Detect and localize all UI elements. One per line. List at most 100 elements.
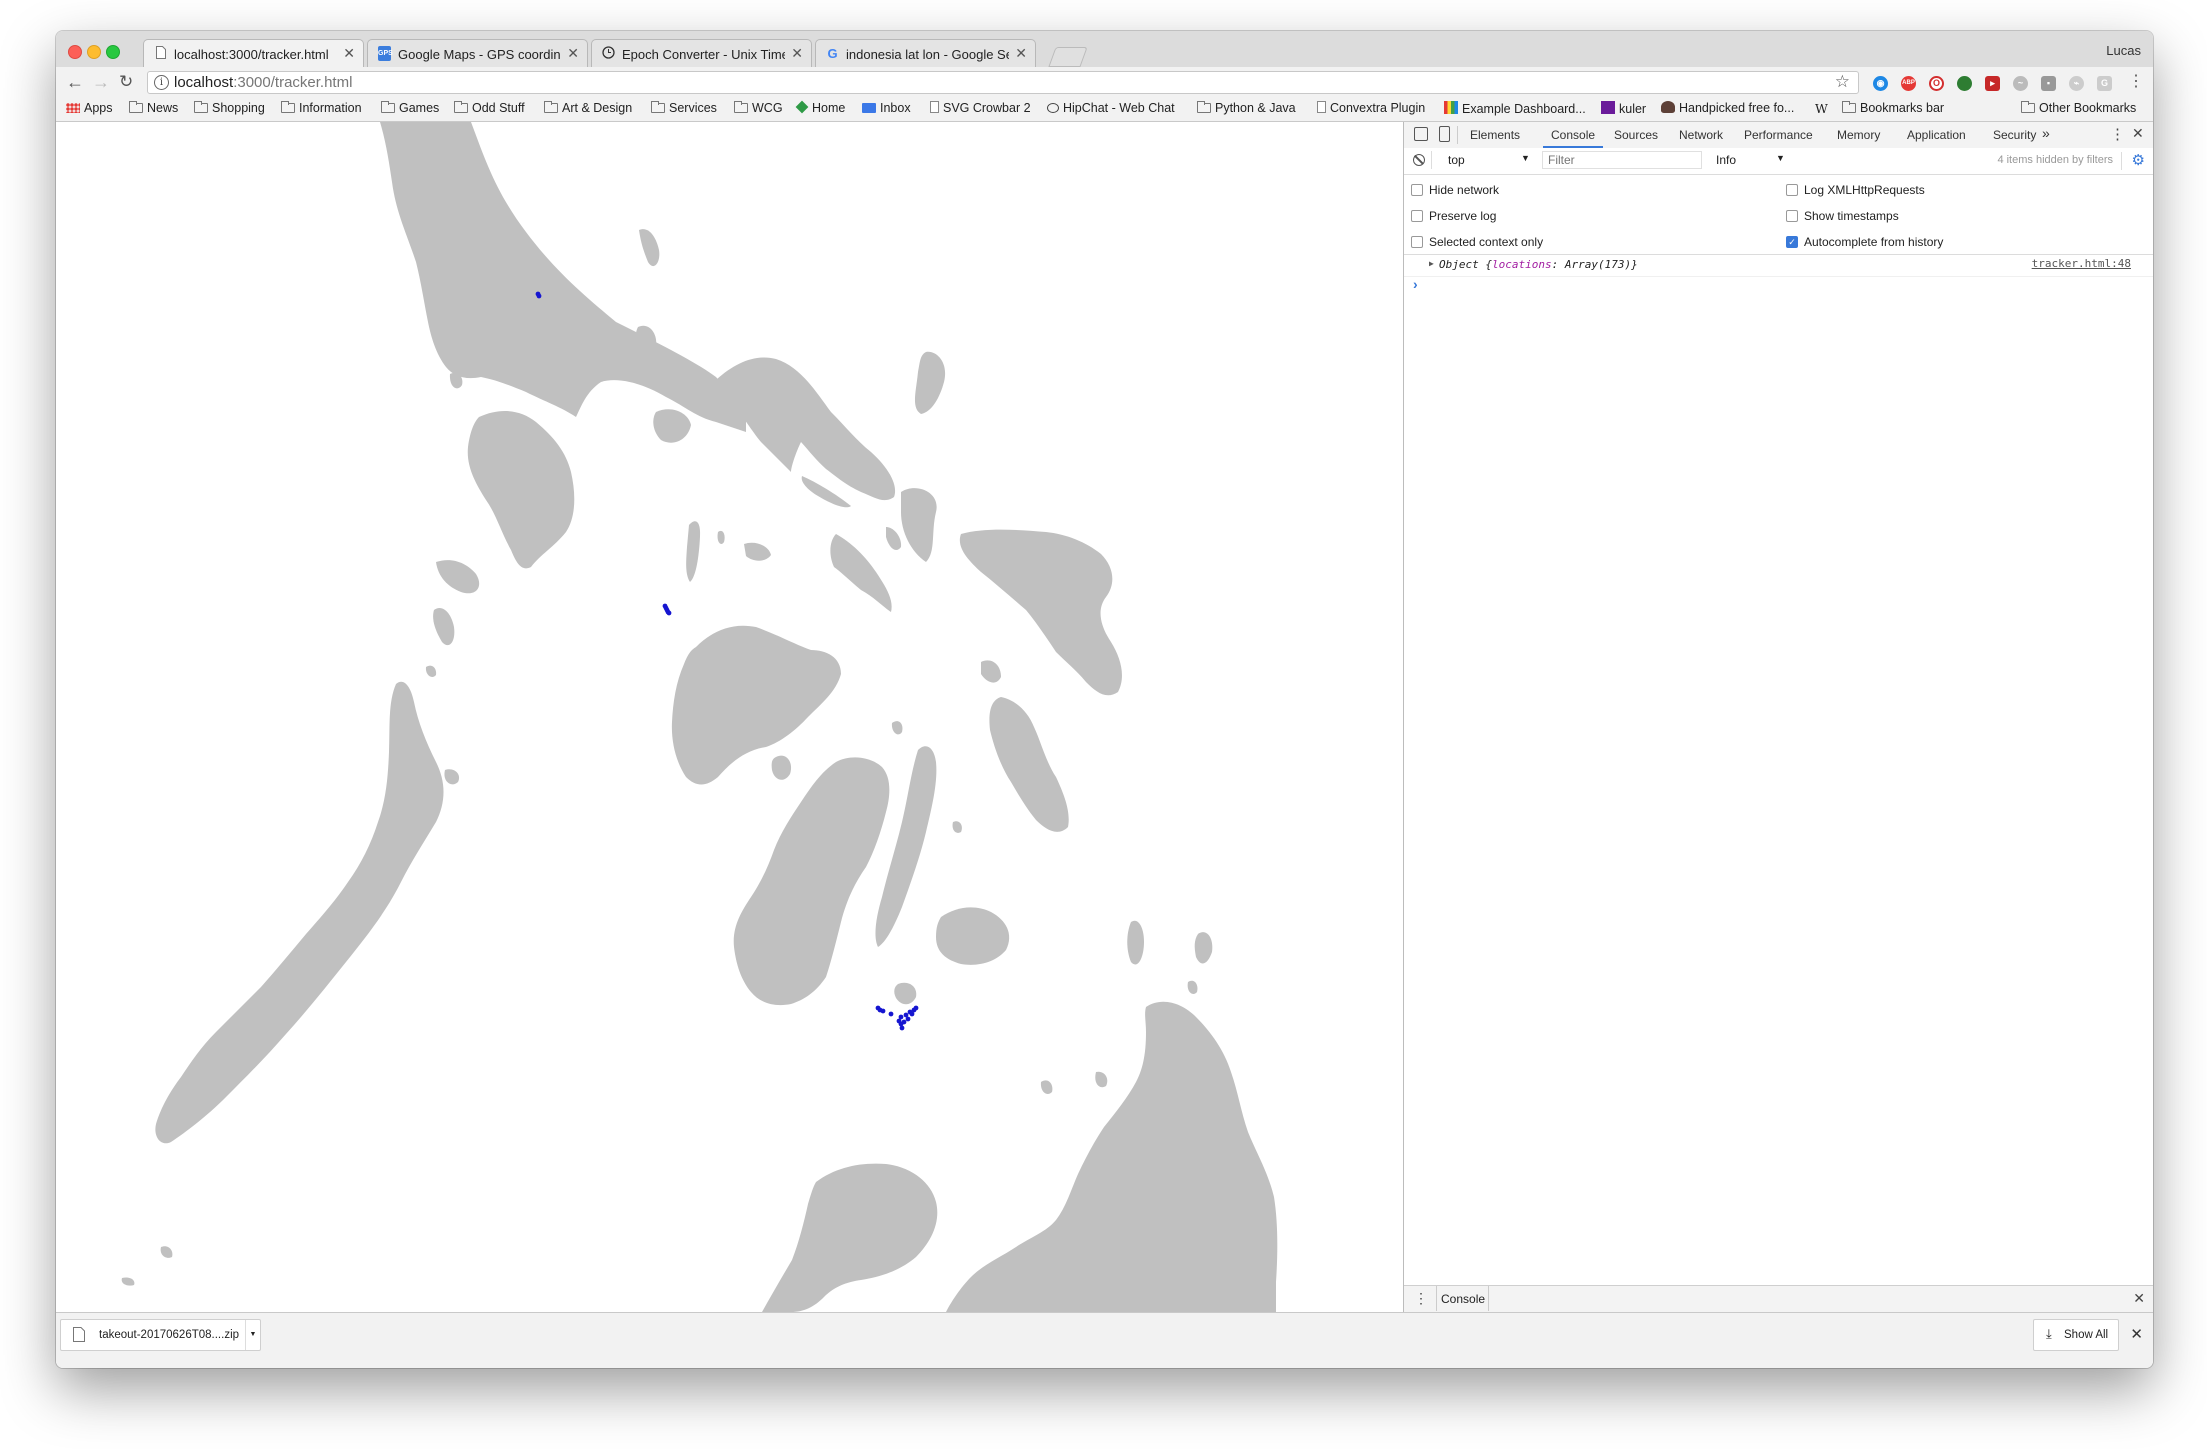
tab-google-search[interactable]: G indonesia lat lon - Google Search ✕ [815,39,1036,67]
bookmark-kuler[interactable]: kuler [1601,101,1646,116]
log-level-select[interactable]: Info ▼ [1711,151,1791,169]
bookmark-example-dashboard[interactable]: Example Dashboard... [1444,101,1586,116]
close-drawer-icon[interactable]: ✕ [2133,1290,2145,1307]
tab-console[interactable]: Console [1551,128,1595,142]
island-negros [733,757,890,1006]
more-tabs-icon[interactable]: » [2042,125,2050,141]
track-point [899,1025,905,1031]
record-icon[interactable]: ▸ [1985,76,2000,91]
checkbox-label: Log XMLHttpRequests [1804,183,1925,197]
island-panay [671,625,841,785]
g-extension-icon[interactable]: G [2097,76,2112,91]
menu-kebab-icon[interactable]: ⋮ [2128,72,2144,92]
checkbox[interactable] [1786,210,1798,222]
tab-security[interactable]: Security [1993,128,2036,142]
expand-triangle-icon[interactable]: ▶ [1429,259,1434,268]
bookmark-shopping[interactable]: Shopping [194,101,265,115]
download-item[interactable]: takeout-20170626T08....zip ▼ [60,1319,261,1351]
tab-google-maps[interactable]: GPS Google Maps - GPS coordinates ✕ [367,39,588,67]
adblock-icon[interactable]: ABP [1901,76,1916,91]
page-icon [1317,101,1326,113]
bookmark-other[interactable]: Other Bookmarks [2021,101,2136,115]
bookmark-inbox[interactable]: Inbox [862,101,911,115]
console-settings: Hide network Preserve log Selected conte… [1404,174,2153,255]
bookmark-apps[interactable]: Apps [66,101,113,115]
close-window-button[interactable] [68,45,82,59]
close-download-shelf-icon[interactable]: ✕ [2130,1325,2143,1343]
bookmark-information[interactable]: Information [281,101,362,115]
show-all-downloads-button[interactable]: ⤓ Show All [2033,1319,2119,1351]
bookmark-hipchat[interactable]: HipChat - Web Chat [1047,101,1175,115]
context-selector[interactable]: top ▼ [1436,151,1536,169]
tab-sources[interactable]: Sources [1614,128,1658,142]
drawer-menu-icon[interactable]: ⋮ [1414,1290,1428,1307]
bookmark-svg-crowbar[interactable]: SVG Crowbar 2 [930,101,1031,115]
tab-epoch-converter[interactable]: Epoch Converter - Unix Timestamp ✕ [591,39,812,67]
tab-application[interactable]: Application [1907,128,1966,142]
apps-grid-icon [66,103,80,113]
device-toolbar-icon[interactable] [1439,126,1450,142]
tab-elements[interactable]: Elements [1470,128,1520,142]
opera-icon[interactable]: O [1929,76,1944,91]
bookmark-label: SVG Crowbar 2 [943,101,1031,115]
bookmark-bookmarks-bar[interactable]: Bookmarks bar [1842,101,1944,115]
bookmark-star-icon[interactable]: ☆ [1835,72,1850,92]
log-source-link[interactable]: tracker.html:48 [2032,257,2131,270]
forward-icon[interactable]: → [92,72,110,92]
island-cuyo [425,665,437,678]
bookmark-wcg[interactable]: WCG [734,101,783,115]
console-prompt-icon[interactable]: › [1413,276,1418,292]
close-devtools-icon[interactable]: ✕ [2132,125,2144,142]
bookmark-services[interactable]: Services [651,101,717,115]
reload-icon[interactable]: ↻ [119,72,133,92]
bookmark-convextra[interactable]: Convextra Plugin [1317,101,1425,115]
close-tab-icon[interactable]: ✕ [343,45,355,62]
checkbox[interactable] [1786,184,1798,196]
close-tab-icon[interactable]: ✕ [1015,45,1027,62]
bookmark-games[interactable]: Games [381,101,439,115]
back-icon[interactable]: ← [66,72,84,92]
chat-bubble-icon [1047,103,1059,113]
link-icon[interactable]: ⌁ [2069,76,2084,91]
bookmark-handpicked[interactable]: Handpicked free fo... [1661,101,1794,115]
bookmark-odd-stuff[interactable]: Odd Stuff [454,101,525,115]
leaf-icon[interactable] [1957,76,1972,91]
philippines-map[interactable] [56,122,1403,1312]
bookmark-art-design[interactable]: Art & Design [544,101,632,115]
tab-network[interactable]: Network [1679,128,1723,142]
checkbox[interactable] [1411,236,1423,248]
camera-icon[interactable]: ▪ [2041,76,2056,91]
bookmark-news[interactable]: News [129,101,178,115]
tab-memory[interactable]: Memory [1837,128,1880,142]
bookmark-wikipedia[interactable]: W [1815,101,1828,116]
address-bar[interactable]: i localhost:3000/tracker.html ☆ [147,71,1859,94]
island-palawan [155,681,444,1144]
download-menu-chevron-icon[interactable]: ▼ [245,1320,260,1350]
checkbox-checked[interactable]: ✓ [1786,236,1798,248]
zoom-window-button[interactable] [106,45,120,59]
close-tab-icon[interactable]: ✕ [791,45,803,62]
extension-blue-icon[interactable]: ◉ [1873,76,1888,91]
track-point [880,1008,886,1014]
new-tab-button[interactable] [1048,47,1088,67]
tab-performance[interactable]: Performance [1744,128,1813,142]
clear-console-icon[interactable] [1413,154,1425,166]
tab-tracker[interactable]: localhost:3000/tracker.html ✕ [143,39,364,68]
profile-name[interactable]: Lucas [2106,43,2141,58]
filter-input[interactable] [1542,151,1702,169]
info-icon[interactable]: i [154,75,169,90]
console-log-entry[interactable]: ▶ Object {locations: Array(173)} tracker… [1404,254,2153,277]
home-diamond-icon [795,100,809,114]
drawer-tab-console[interactable]: Console [1441,1292,1485,1306]
minimize-window-button[interactable] [87,45,101,59]
close-tab-icon[interactable]: ✕ [567,45,579,62]
inspect-element-icon[interactable] [1414,127,1428,141]
island-catanduanes [914,351,946,414]
wave-icon[interactable]: ~ [2013,76,2028,91]
devtools-menu-icon[interactable]: ⋮ [2110,125,2125,143]
checkbox[interactable] [1411,184,1423,196]
console-settings-gear-icon[interactable]: ⚙ [2132,151,2145,169]
bookmark-home[interactable]: Home [795,100,845,115]
checkbox[interactable] [1411,210,1423,222]
bookmark-python-java[interactable]: Python & Java [1197,101,1296,115]
